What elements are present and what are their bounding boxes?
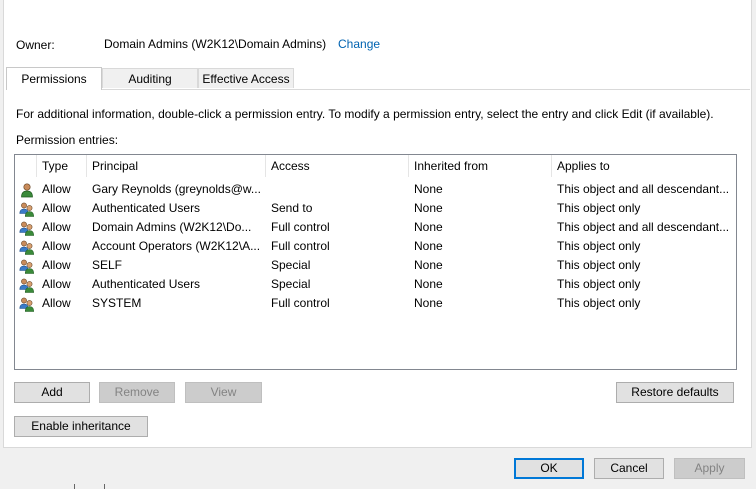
column-header-type[interactable]: Type <box>37 155 87 177</box>
cell-access: Special <box>271 258 311 272</box>
apply-button[interactable]: Apply <box>674 458 745 479</box>
cell-access: Full control <box>271 239 330 253</box>
cell-access <box>266 180 409 199</box>
user-group-icon <box>19 201 35 217</box>
column-header-applies-to[interactable]: Applies to <box>552 155 736 177</box>
view-button[interactable]: View <box>185 382 262 403</box>
cell-access: Full control <box>271 220 330 234</box>
cell-inherited-from: None <box>414 296 443 310</box>
cell-inherited-from: None <box>414 220 443 234</box>
table-row[interactable]: Allow Authenticated Users Special None This … <box>15 275 736 294</box>
cell-type: Allow <box>42 220 71 234</box>
user-group-icon <box>19 258 35 274</box>
cell-type: Allow <box>42 277 71 291</box>
restore-defaults-button[interactable]: Restore defaults <box>616 382 734 403</box>
edge-tick <box>104 484 105 489</box>
cell-access: Send to <box>271 201 313 215</box>
user-group-icon <box>19 296 35 312</box>
cell-principal: Account Operators (W2K12\A... <box>92 239 261 253</box>
cell-applies-to: This object only <box>557 296 641 310</box>
table-row[interactable]: Allow SYSTEM Full control None This object o… <box>15 294 736 313</box>
add-button[interactable]: Add <box>14 382 90 403</box>
user-group-icon <box>19 277 35 293</box>
cell-type: Allow <box>42 258 71 272</box>
cell-principal: SYSTEM <box>92 296 142 310</box>
edge-tick <box>74 484 75 489</box>
info-text: For additional information, double-click… <box>16 107 714 121</box>
column-header-icon[interactable] <box>15 155 37 177</box>
remove-button[interactable]: Remove <box>99 382 175 403</box>
column-header-access[interactable]: Access <box>266 155 409 177</box>
cell-applies-to: This object and all descendant... <box>557 182 730 196</box>
cell-type: Allow <box>42 201 71 215</box>
tab-permissions[interactable]: Permissions <box>6 67 102 90</box>
list-header: Type Principal Access Inherited from App… <box>15 155 736 177</box>
cell-inherited-from: None <box>414 258 443 272</box>
cell-inherited-from: None <box>414 182 443 196</box>
cell-applies-to: This object only <box>557 258 641 272</box>
cell-principal: SELF <box>92 258 123 272</box>
permission-entries-list[interactable]: Type Principal Access Inherited from App… <box>14 154 737 370</box>
cell-principal: Gary Reynolds (greynolds@w... <box>92 182 261 196</box>
table-row[interactable]: Allow Account Operators (W2K12\A... Full c… <box>15 237 736 256</box>
cell-access: Special <box>271 277 311 291</box>
owner-label: Owner: <box>16 38 55 52</box>
table-row[interactable]: Allow Domain Admins (W2K12\Do... Full cont… <box>15 218 736 237</box>
permissions-panel: Owner: Domain Admins (W2K12\Domain Admin… <box>3 0 752 448</box>
owner-value: Domain Admins (W2K12\Domain Admins) <box>104 37 327 51</box>
tab-auditing[interactable]: Auditing <box>102 68 198 88</box>
table-row[interactable]: Allow Authenticated Users Send to None This … <box>15 199 736 218</box>
cell-applies-to: This object only <box>557 277 641 291</box>
table-row[interactable]: Allow Gary Reynolds (greynolds@w... None Th… <box>15 180 736 199</box>
permission-entries-label: Permission entries: <box>16 133 119 147</box>
tab-divider <box>6 89 750 90</box>
cell-type: Allow <box>42 296 71 310</box>
change-owner-link[interactable]: Change <box>338 37 380 51</box>
cell-type: Allow <box>42 182 71 196</box>
tab-effective-access[interactable]: Effective Access <box>198 68 294 88</box>
column-header-principal[interactable]: Principal <box>87 155 266 177</box>
cell-inherited-from: None <box>414 201 443 215</box>
cell-type: Allow <box>42 239 71 253</box>
cell-inherited-from: None <box>414 277 443 291</box>
cell-access: Full control <box>271 296 330 310</box>
cell-applies-to: This object only <box>557 239 641 253</box>
cell-applies-to: This object only <box>557 201 641 215</box>
enable-inheritance-button[interactable]: Enable inheritance <box>14 416 148 437</box>
cell-principal: Authenticated Users <box>92 201 201 215</box>
cell-principal: Authenticated Users <box>92 277 201 291</box>
user-group-icon <box>19 220 35 236</box>
ok-button[interactable]: OK <box>514 458 584 479</box>
user-group-icon <box>19 239 35 255</box>
cancel-button[interactable]: Cancel <box>594 458 664 479</box>
cell-principal: Domain Admins (W2K12\Do... <box>92 220 252 234</box>
column-header-inherited-from[interactable]: Inherited from <box>409 155 552 177</box>
cell-inherited-from: None <box>414 239 443 253</box>
cell-applies-to: This object and all descendant... <box>557 220 730 234</box>
table-row[interactable]: Allow SELF Special None This object only <box>15 256 736 275</box>
single-user-icon <box>19 182 35 198</box>
